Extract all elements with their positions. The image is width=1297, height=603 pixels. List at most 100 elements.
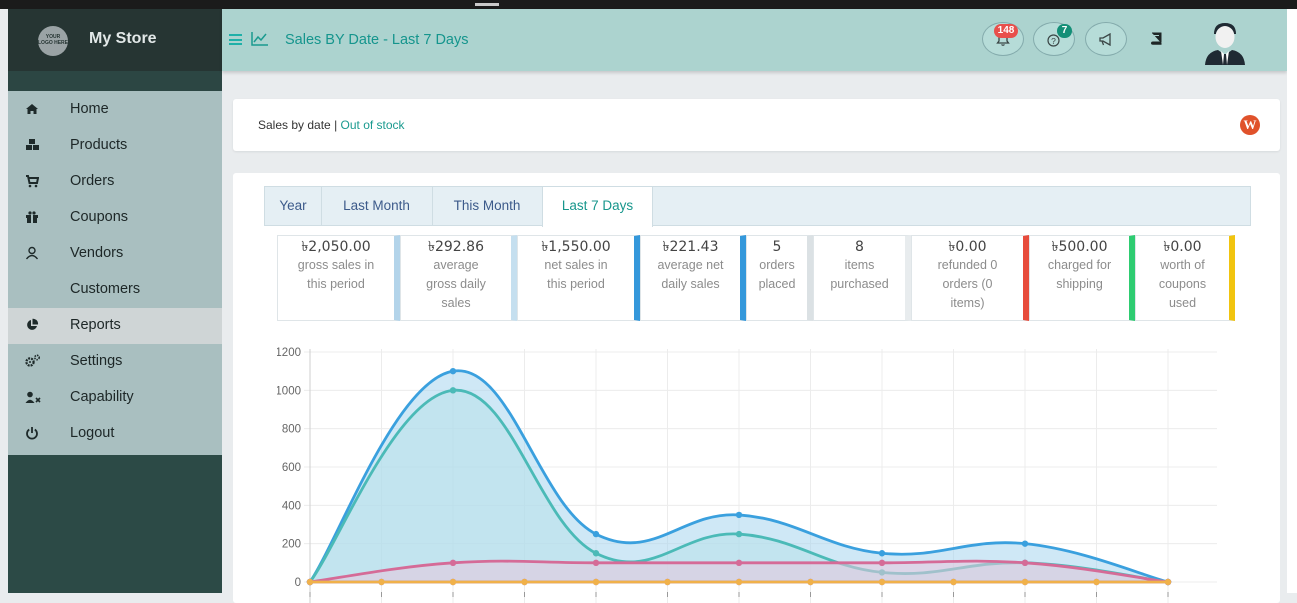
data-point — [592, 578, 600, 586]
stat-label: gross sales in this period — [297, 258, 375, 291]
window-top-strip — [0, 0, 1297, 9]
stat-net-sales[interactable]: ৳1,550.00 net sales in this period — [517, 235, 640, 321]
stat-shipping[interactable]: ৳500.00 charged for shipping — [1029, 235, 1135, 321]
wordpress-icon[interactable]: W — [1240, 115, 1260, 135]
data-point — [306, 578, 314, 586]
data-point — [664, 578, 671, 586]
stat-refunded[interactable]: ৳0.00 refunded 0 orders (0 items) — [911, 235, 1029, 321]
breadcrumb: Sales by date | Out of stock — [258, 118, 405, 132]
stat-label: worth of coupons used — [1158, 258, 1207, 310]
stat-label: items purchased — [830, 258, 889, 291]
sidebar-item-settings[interactable]: Settings — [8, 344, 222, 380]
y-tick-label: 1000 — [277, 385, 301, 397]
cubes-icon — [25, 138, 39, 152]
help-button[interactable]: ? 7 — [1033, 22, 1075, 56]
store-logo[interactable]: YOUR LOGO HERE — [38, 26, 68, 56]
sidebar-item-label: Capability — [70, 389, 134, 405]
y-tick-label: 200 — [282, 539, 301, 551]
cart-icon — [25, 174, 40, 188]
data-point — [735, 530, 743, 538]
data-point — [735, 511, 743, 519]
data-point — [1093, 578, 1100, 586]
sidebar-spacer — [8, 71, 222, 91]
sidebar-item-label: Products — [70, 137, 128, 153]
data-point — [449, 367, 457, 375]
top-header: Sales BY Date - Last 7 Days 148 ? 7 — [222, 9, 1287, 71]
sidebar-item-home[interactable]: Home — [8, 92, 222, 128]
menu-toggle-icon[interactable] — [229, 34, 242, 45]
line-chart-icon — [251, 32, 268, 46]
sidebar-item-label: Orders — [70, 173, 115, 189]
stat-value: ৳292.86 — [428, 239, 484, 255]
stat-label: refunded 0 orders (0 items) — [937, 258, 998, 310]
drag-handle[interactable] — [475, 3, 499, 6]
sidebar-item-reports[interactable]: Reports — [8, 308, 222, 344]
stat-value: ৳0.00 — [1163, 239, 1202, 255]
data-point — [735, 559, 743, 567]
tab-last-7-days[interactable]: Last 7 Days — [542, 187, 653, 227]
data-point — [449, 578, 457, 586]
page-title: Sales BY Date - Last 7 Days — [285, 32, 469, 48]
stat-label: average net daily sales — [657, 258, 724, 291]
tab-year[interactable]: Year — [265, 187, 322, 225]
sidebar-item-label: Vendors — [70, 245, 124, 261]
user-icon — [25, 246, 39, 260]
scrollbar-track[interactable] — [1287, 9, 1297, 593]
sidebar-item-orders[interactable]: Orders — [8, 164, 222, 200]
home-icon — [25, 102, 39, 116]
sidebar-item-products[interactable]: Products — [8, 128, 222, 164]
breadcrumb-card: Sales by date | Out of stock W — [233, 99, 1280, 151]
data-point — [592, 530, 600, 538]
stat-items-purchased[interactable]: 8 items purchased — [813, 235, 911, 321]
stat-value: ৳1,550.00 — [541, 239, 611, 255]
data-point — [592, 559, 600, 567]
user-times-icon — [25, 390, 41, 404]
sidebar-item-label: Coupons — [70, 209, 129, 225]
data-point — [878, 550, 886, 557]
stat-average-gross-daily[interactable]: ৳292.86 average gross daily sales — [400, 235, 517, 321]
y-tick-label: 0 — [295, 577, 301, 589]
stat-orders-placed[interactable]: 5 orders placed — [746, 235, 813, 321]
stat-label: orders placed — [758, 258, 796, 291]
data-point — [521, 578, 528, 586]
stat-value: 8 — [855, 239, 864, 255]
gift-icon — [25, 210, 39, 224]
y-tick-label: 600 — [282, 462, 301, 474]
sidebar-item-capability[interactable]: Capability — [8, 380, 222, 416]
y-tick-label: 400 — [282, 500, 301, 512]
out-of-stock-link[interactable]: Out of stock — [341, 118, 405, 132]
book-icon[interactable] — [1150, 32, 1163, 45]
stat-label: net sales in this period — [544, 258, 608, 291]
cogs-icon — [25, 354, 41, 368]
sidebar-item-customers[interactable]: Customers — [8, 272, 222, 308]
stat-label: charged for shipping — [1047, 258, 1112, 291]
help-badge: 7 — [1057, 24, 1072, 38]
data-point — [1164, 578, 1172, 586]
avatar[interactable] — [1203, 21, 1247, 65]
y-tick-label: 1200 — [277, 347, 301, 359]
stat-average-net-daily[interactable]: ৳221.43 average net daily sales — [640, 235, 746, 321]
stat-value: ৳0.00 — [948, 239, 987, 255]
stat-label: average gross daily sales — [426, 258, 486, 310]
sidebar-item-label: Settings — [70, 353, 123, 369]
megaphone-icon — [1099, 33, 1111, 46]
data-point — [449, 559, 457, 567]
sidebar-item-label: Customers — [70, 281, 141, 297]
data-point — [878, 559, 886, 567]
tab-this-month[interactable]: This Month — [432, 187, 543, 225]
data-point — [807, 578, 814, 586]
stat-coupons[interactable]: ৳0.00 worth of coupons used — [1135, 235, 1235, 321]
sidebar-item-coupons[interactable]: Coupons — [8, 200, 222, 236]
stat-gross-sales[interactable]: ৳2,050.00 gross sales in this period — [277, 235, 400, 321]
data-point — [950, 578, 957, 586]
announcements-button[interactable] — [1085, 22, 1127, 56]
store-name[interactable]: My Store — [89, 30, 157, 48]
sidebar-item-vendors[interactable]: Vendors — [8, 236, 222, 272]
sidebar-item-label: Home — [70, 101, 109, 117]
notifications-button[interactable]: 148 — [982, 22, 1024, 56]
tab-last-month[interactable]: Last Month — [321, 187, 433, 225]
data-point — [1021, 578, 1029, 586]
breadcrumb-current: Sales by date — [258, 118, 331, 132]
sidebar-item-logout[interactable]: Logout — [8, 416, 222, 452]
sales-chart: 0 200 400 600 800 1000 1200 — [277, 347, 1217, 603]
